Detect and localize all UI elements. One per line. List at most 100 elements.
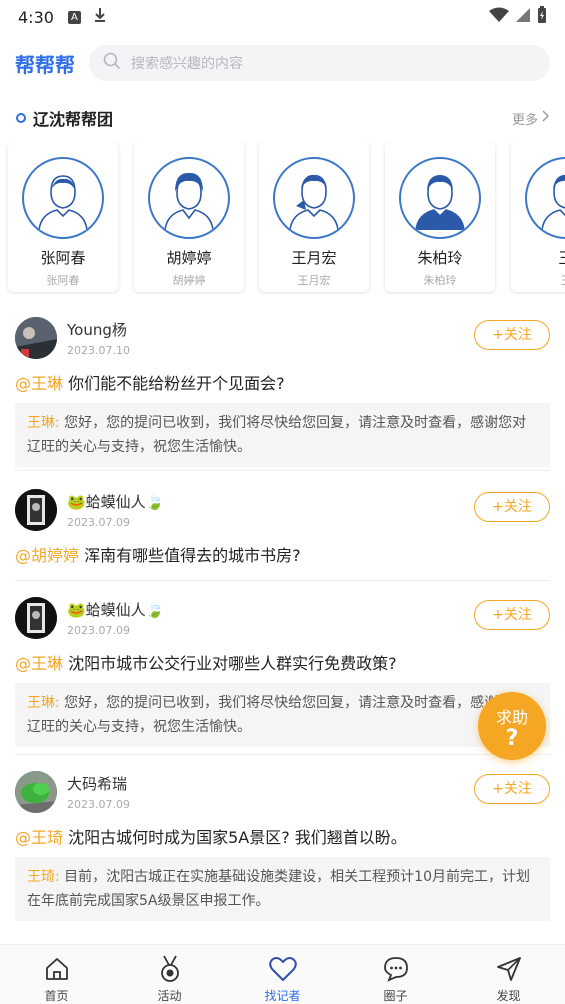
answer-box: 王琦: 目前，沈阳古城正在实施基础设施类建设，相关工程预计10月前完工，计划在年… xyxy=(15,857,550,921)
nav-item-discover[interactable]: 发现 xyxy=(452,945,565,1004)
nav-label: 圈子 xyxy=(383,989,408,1003)
expert-avatar xyxy=(273,157,355,239)
author-row: Young杨 2023.07.10 +关注 xyxy=(15,316,550,360)
author-row: 🐸蛤蟆仙人🍃 2023.07.09 +关注 xyxy=(15,596,550,640)
section-title: 辽沈帮帮团 xyxy=(33,110,114,129)
follow-button[interactable]: +关注 xyxy=(474,774,550,804)
question-body: 沈阳市城市公交行业对哪些人群实行免费政策? xyxy=(63,654,397,673)
divider xyxy=(15,470,550,471)
author-name: 🐸蛤蟆仙人🍃 xyxy=(67,601,165,619)
answer-box: 王琳: 您好，您的提问已收到，我们将尽快给您回复，请注意及时查看，感谢您对辽旺的… xyxy=(15,683,550,747)
question-text[interactable]: @胡婷婷 浑南有哪些值得去的城市书房? xyxy=(15,544,550,568)
expert-card[interactable]: 王月宏 王月宏 xyxy=(259,142,369,292)
app-header: 帮帮帮 搜索感兴趣的内容 xyxy=(0,42,565,84)
download-icon xyxy=(93,7,107,27)
question-body: 浑南有哪些值得去的城市书房? xyxy=(79,546,301,565)
expert-avatar xyxy=(399,157,481,239)
question-body: 沈阳古城何时成为国家5A景区? 我们翘首以盼。 xyxy=(63,828,407,847)
author-info: Young杨 2023.07.10 xyxy=(67,319,130,357)
question-post[interactable]: Young杨 2023.07.10 +关注 @王琳 你们能不能给粉丝开个见面会?… xyxy=(0,316,565,467)
section-bullet-icon xyxy=(16,113,26,123)
expert-subtitle: 王月宏 xyxy=(297,274,331,287)
bottom-nav: 首页 活动 找记者 圈子 发现 xyxy=(0,944,565,1004)
expert-name: 胡婷婷 xyxy=(166,249,212,267)
more-label: 更多 xyxy=(511,112,538,128)
search-bar[interactable]: 搜索感兴趣的内容 xyxy=(89,45,550,81)
app-notification-icon: A xyxy=(67,10,81,24)
question-text[interactable]: @王琳 你们能不能给粉丝开个见面会? xyxy=(15,372,550,396)
help-button[interactable]: 求助 ? xyxy=(478,692,546,760)
question-post[interactable]: 大码希瑞 2023.07.09 +关注 @王琦 沈阳古城何时成为国家5A景区? … xyxy=(0,770,565,921)
help-label: 求助 xyxy=(495,708,528,727)
post-date: 2023.07.09 xyxy=(67,624,130,637)
status-bar: 4:30 A xyxy=(0,0,565,34)
expert-subtitle: 张阿春 xyxy=(46,274,80,287)
nav-item-circle[interactable]: 圈子 xyxy=(339,945,452,1004)
expert-name: 王 xyxy=(511,247,565,268)
expert-card[interactable]: 张阿春 张阿春 xyxy=(8,142,118,292)
search-icon xyxy=(103,52,121,74)
question-post[interactable]: 🐸蛤蟆仙人🍃 2023.07.09 +关注 @胡婷婷 浑南有哪些值得去的城市书房… xyxy=(0,488,565,568)
expert-avatar xyxy=(525,157,565,239)
heart-icon xyxy=(226,955,339,983)
divider xyxy=(15,580,550,581)
nav-label: 找记者 xyxy=(264,989,301,1003)
follow-button[interactable]: +关注 xyxy=(474,320,550,350)
mention[interactable]: @王琦 xyxy=(15,828,63,847)
navigation-icon xyxy=(452,955,565,983)
home-icon xyxy=(0,955,113,983)
expert-avatar xyxy=(22,157,104,239)
expert-card[interactable]: 王 王 xyxy=(511,142,565,292)
question-text[interactable]: @王琳 沈阳市城市公交行业对哪些人群实行免费政策? xyxy=(15,652,550,676)
expert-name: 王月宏 xyxy=(291,249,337,267)
answer-author: 王琳: xyxy=(27,695,60,711)
nav-label: 发现 xyxy=(496,989,521,1003)
chevron-right-icon xyxy=(541,110,549,126)
author-info: 🐸蛤蟆仙人🍃 2023.07.09 xyxy=(67,491,164,529)
battery-icon xyxy=(537,6,547,28)
wifi-icon xyxy=(489,7,509,27)
mention[interactable]: @胡婷婷 xyxy=(15,546,79,565)
nav-label: 活动 xyxy=(157,989,182,1003)
section-header: 辽沈帮帮团 更多 xyxy=(0,104,565,132)
question-text[interactable]: @王琦 沈阳古城何时成为国家5A景区? 我们翘首以盼。 xyxy=(15,826,550,850)
nav-item-home[interactable]: 首页 xyxy=(0,945,113,1004)
author-name: Young杨 xyxy=(67,321,127,339)
expert-carousel[interactable]: 张阿春 张阿春 胡婷婷 胡婷婷 王月宏 王月宏 朱柏玲 朱柏玲 王 王 xyxy=(0,142,565,294)
chat-icon xyxy=(339,955,452,983)
avatar[interactable] xyxy=(15,771,57,813)
avatar[interactable] xyxy=(15,597,57,639)
expert-card[interactable]: 朱柏玲 朱柏玲 xyxy=(385,142,495,292)
author-info: 🐸蛤蟆仙人🍃 2023.07.09 xyxy=(67,599,164,637)
expert-subtitle: 王 xyxy=(511,272,565,288)
author-name: 大码希瑞 xyxy=(67,775,128,793)
follow-button[interactable]: +关注 xyxy=(474,492,550,522)
search-placeholder: 搜索感兴趣的内容 xyxy=(131,56,243,72)
author-row: 大码希瑞 2023.07.09 +关注 xyxy=(15,770,550,814)
answer-body: 您好，您的提问已收到，我们将尽快给您回复，请注意及时查看，感谢您对辽旺的关心与支… xyxy=(27,695,527,735)
expert-avatar xyxy=(148,157,230,239)
medal-icon xyxy=(113,955,226,983)
follow-button[interactable]: +关注 xyxy=(474,600,550,630)
avatar[interactable] xyxy=(15,489,57,531)
expert-subtitle: 朱柏玲 xyxy=(423,274,457,287)
nav-item-find-reporter[interactable]: 找记者 xyxy=(226,945,339,1004)
mention[interactable]: @王琳 xyxy=(15,654,63,673)
post-date: 2023.07.09 xyxy=(67,798,130,811)
more-link[interactable]: 更多 xyxy=(512,109,549,128)
divider xyxy=(15,754,550,755)
answer-body: 目前，沈阳古城正在实施基础设施类建设，相关工程预计10月前完工，计划在年底前完成… xyxy=(27,869,530,909)
nav-label: 首页 xyxy=(44,989,69,1003)
expert-card[interactable]: 胡婷婷 胡婷婷 xyxy=(134,142,244,292)
question-body: 你们能不能给粉丝开个见面会? xyxy=(63,374,285,393)
signal-icon xyxy=(515,7,531,27)
app-logo: 帮帮帮 xyxy=(15,52,75,77)
expert-name: 张阿春 xyxy=(40,249,86,267)
mention[interactable]: @王琳 xyxy=(15,374,63,393)
answer-author: 王琳: xyxy=(27,415,60,431)
author-row: 🐸蛤蟆仙人🍃 2023.07.09 +关注 xyxy=(15,488,550,532)
expert-name: 朱柏玲 xyxy=(417,249,463,267)
nav-item-activity[interactable]: 活动 xyxy=(113,945,226,1004)
author-name: 🐸蛤蟆仙人🍃 xyxy=(67,493,165,511)
avatar[interactable] xyxy=(15,317,57,359)
